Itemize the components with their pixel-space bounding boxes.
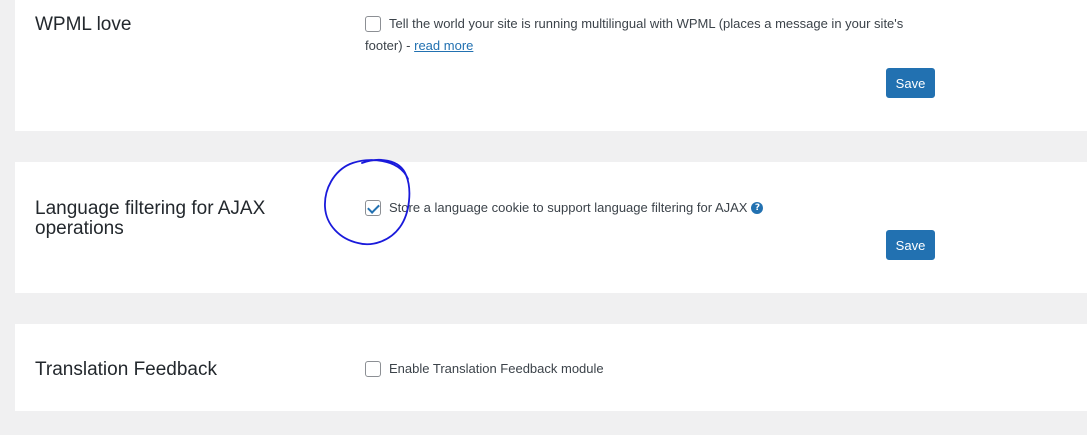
read-more-link[interactable]: read more: [414, 38, 473, 53]
translation-feedback-checkbox[interactable]: [365, 361, 381, 377]
ajax-filtering-label: Store a language cookie to support langu…: [389, 200, 748, 215]
ajax-filtering-title: Language filtering for AJAX operations: [35, 199, 305, 239]
wpml-love-save-button[interactable]: Save: [886, 68, 935, 98]
wpml-love-label-line1: Tell the world your site is running mult…: [389, 16, 904, 31]
ajax-filtering-save-button[interactable]: Save: [886, 230, 935, 260]
wpml-love-checkbox[interactable]: [365, 16, 381, 32]
ajax-filtering-label-wrap: Store a language cookie to support langu…: [389, 197, 764, 219]
translation-feedback-panel: Translation Feedback Enable Translation …: [15, 324, 1087, 411]
translation-feedback-label: Enable Translation Feedback module: [389, 361, 604, 376]
ajax-filtering-title-line2: operations: [35, 218, 124, 239]
wpml-love-panel: WPML love Tell the world your site is ru…: [15, 0, 1087, 131]
wpml-love-label-line2: footer) -: [365, 38, 415, 53]
ajax-filtering-checkbox[interactable]: [365, 200, 381, 216]
ajax-filtering-panel: Language filtering for AJAX operations S…: [15, 162, 1087, 293]
ajax-filtering-title-line1: Language filtering for AJAX: [35, 198, 266, 219]
question-circle-icon[interactable]: ?: [751, 202, 764, 214]
wpml-love-title: WPML love: [35, 14, 132, 35]
wpml-love-option-line2: footer) - read more: [365, 35, 473, 57]
translation-feedback-title: Translation Feedback: [35, 359, 218, 380]
